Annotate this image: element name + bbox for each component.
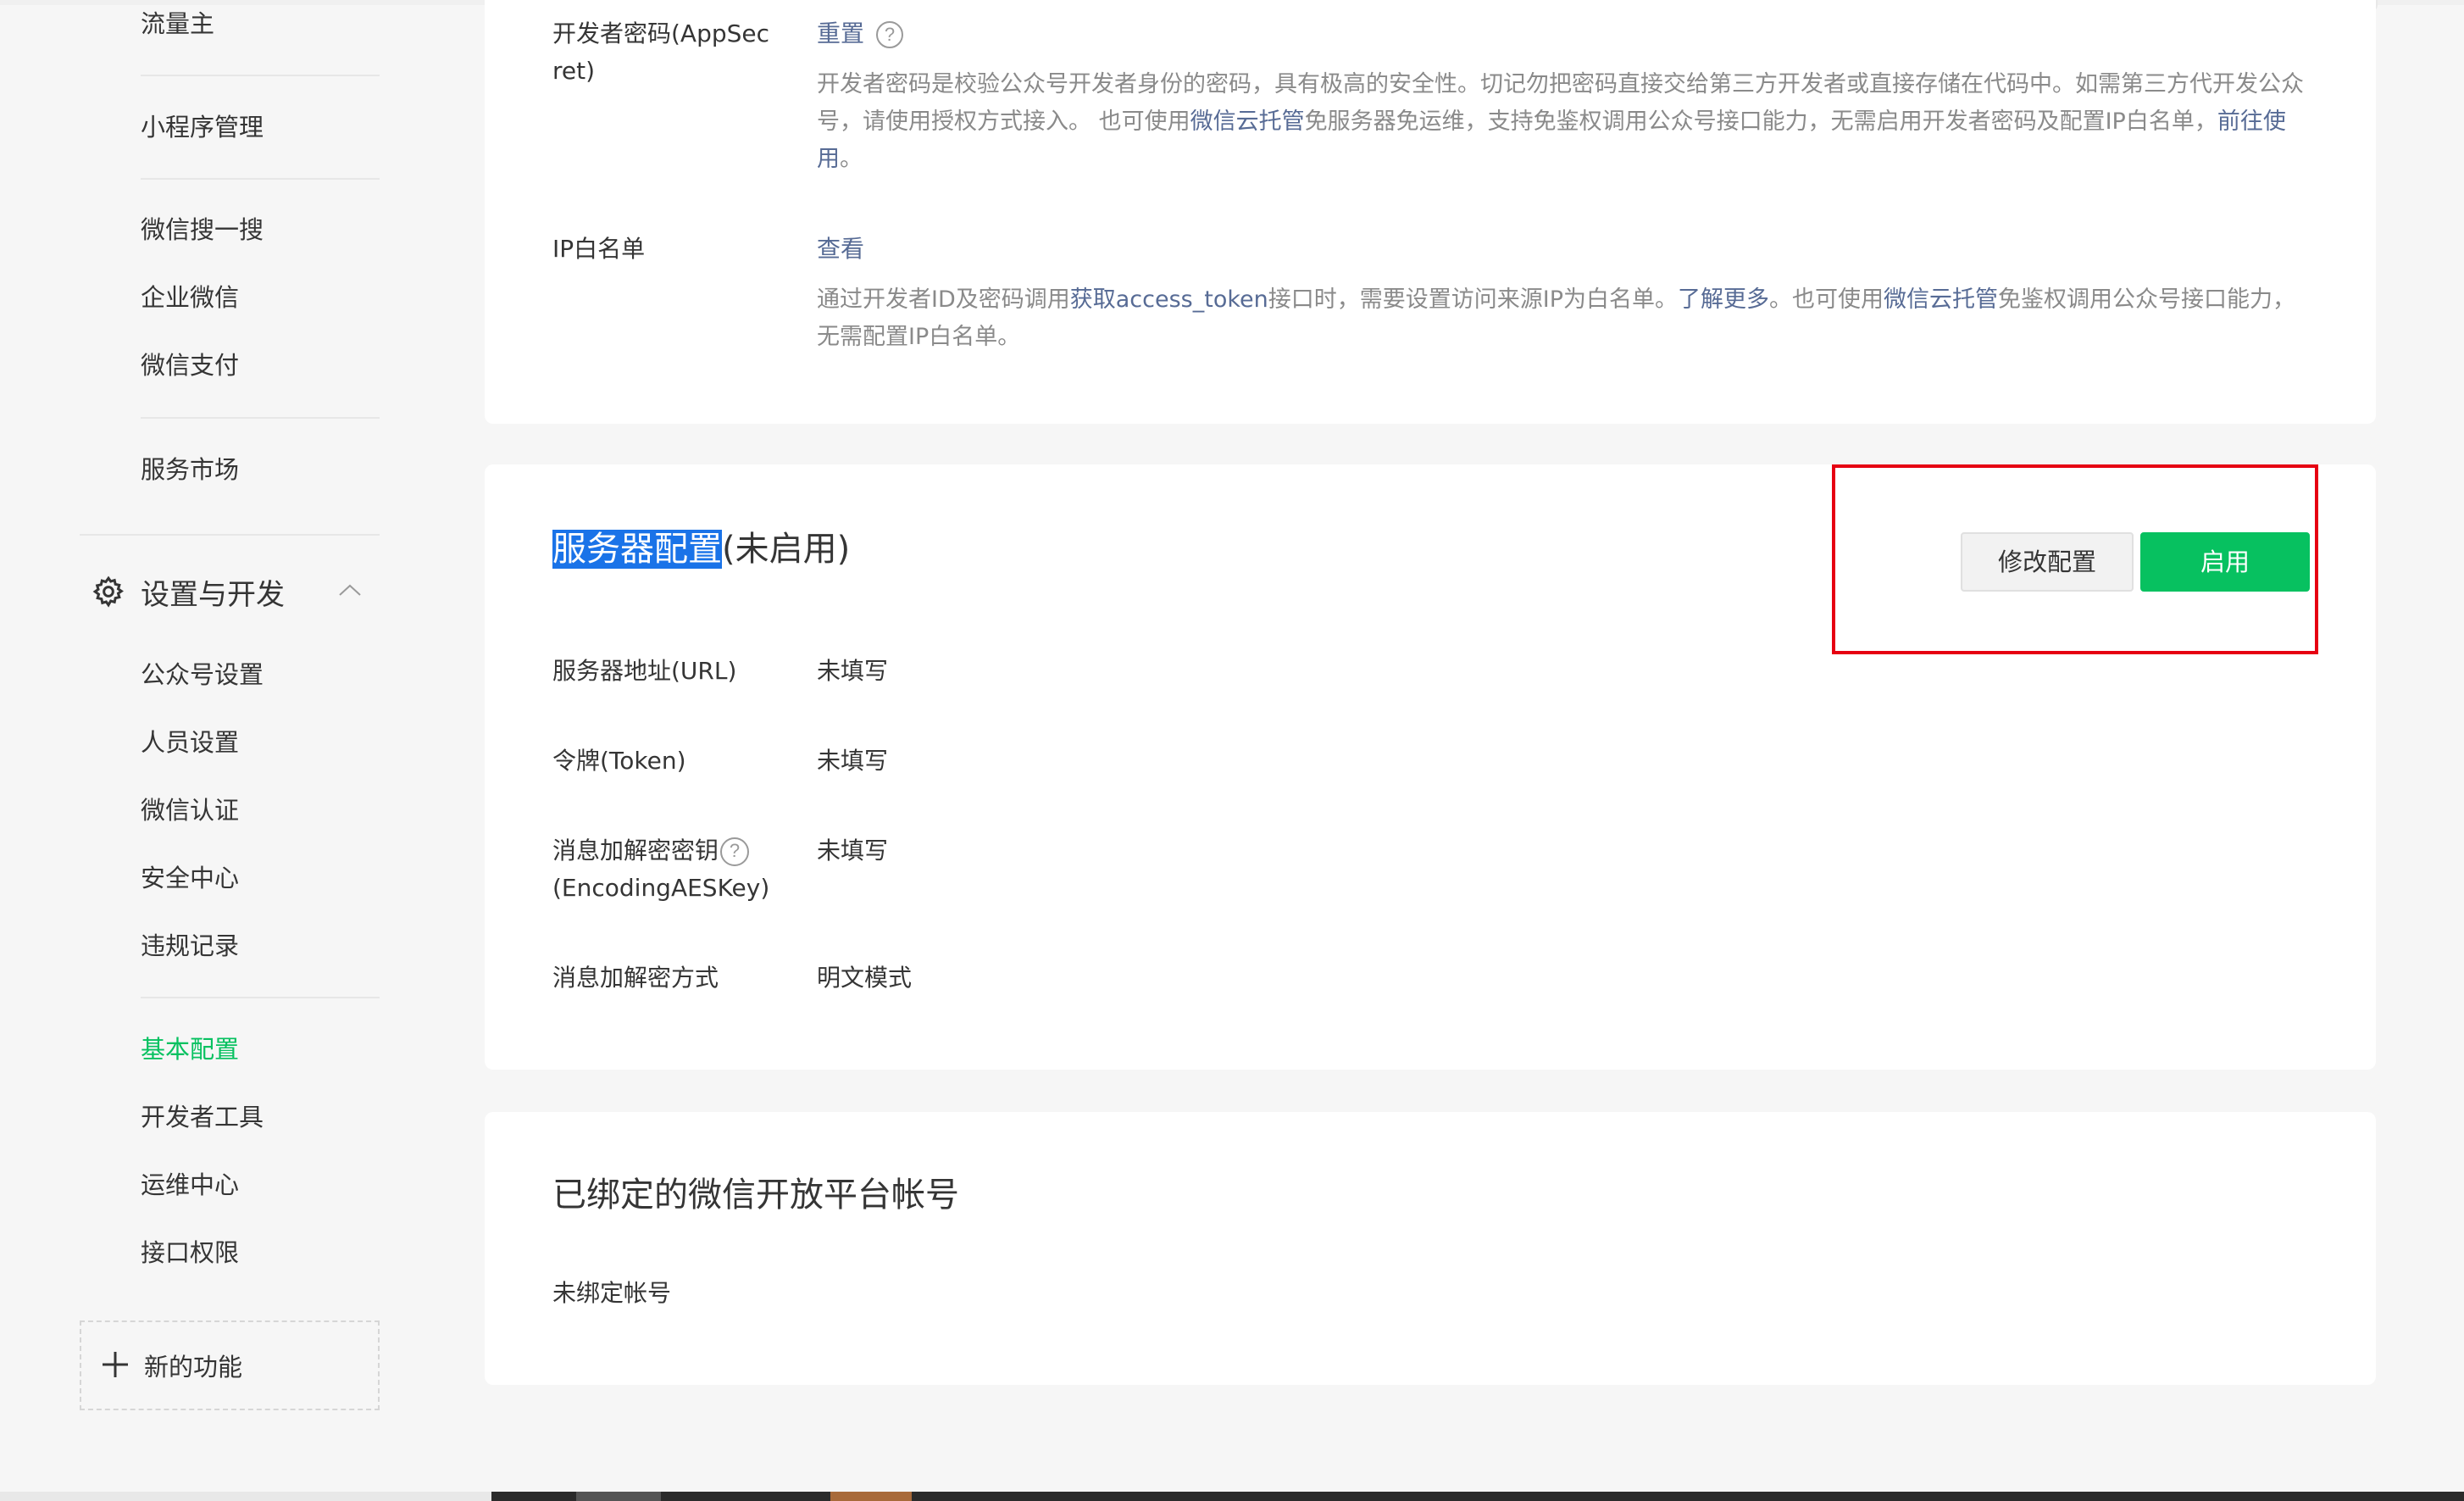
sidebar-item-violations[interactable]: 违规记录 — [141, 929, 239, 963]
sidebar-divider — [141, 997, 380, 998]
app-secret-description: 开发者密码是校验公众号开发者身份的密码，具有极高的安全性。切记勿把密码直接交给第… — [817, 66, 2317, 178]
cloud-hosting-link[interactable]: 微信云托管 — [1884, 286, 1998, 313]
sidebar-item-basic-config[interactable]: 基本配置 — [141, 1032, 239, 1066]
app-secret-label: 开发者密码(AppSec ret) — [552, 19, 770, 85]
taskbar-segment — [0, 1492, 491, 1501]
cloud-hosting-link[interactable]: 微信云托管 — [1190, 108, 1305, 135]
server-url-value: 未填写 — [817, 657, 889, 685]
reset-secret-link[interactable]: 重置 — [817, 19, 864, 47]
sidebar-item-traffic-owner[interactable]: 流量主 — [141, 7, 214, 41]
ip-desc-text: 接口时，需要设置访问来源IP为白名单。 — [1268, 286, 1678, 313]
view-whitelist-link[interactable]: 查看 — [817, 235, 864, 263]
server-config-status: (未启用) — [722, 530, 851, 569]
help-icon[interactable]: ? — [720, 837, 750, 866]
open-platform-title: 已绑定的微信开放平台帐号 — [552, 1176, 959, 1215]
sidebar-section-settings-dev[interactable]: 设置与开发 — [92, 570, 380, 612]
sidebar-item-account-settings[interactable]: 公众号设置 — [141, 658, 264, 692]
ip-whitelist-description: 通过开发者ID及密码调用获取access_token接口时，需要设置访问来源IP… — [817, 281, 2317, 356]
app-secret-desc-text: 免服务器免运维，支持免鉴权调用公众号接口能力，无需启用开发者密码及配置IP白名单… — [1304, 108, 2217, 135]
sidebar-divider — [80, 534, 380, 536]
new-feature-button[interactable]: 新的功能 — [80, 1320, 380, 1410]
encryption-mode-label: 消息加解密方式 — [552, 964, 719, 992]
sidebar-section-title: 设置与开发 — [141, 578, 285, 612]
taskbar-segment — [830, 1492, 912, 1501]
sidebar-item-dev-tools[interactable]: 开发者工具 — [141, 1100, 264, 1134]
sidebar-item-security[interactable]: 安全中心 — [141, 861, 239, 895]
app-secret-desc-text: 。 — [840, 146, 863, 172]
sidebar-item-verification[interactable]: 微信认证 — [141, 793, 239, 827]
modify-config-button[interactable]: 修改配置 — [1961, 532, 2134, 592]
sidebar: 流量主 小程序管理 微信搜一搜 企业微信 微信支付 服务市场 设置与开发 公众号… — [0, 0, 424, 1501]
sidebar-item-ops-center[interactable]: 运维中心 — [141, 1168, 239, 1202]
sidebar-item-member-settings[interactable]: 人员设置 — [141, 725, 239, 759]
sidebar-item-wechat-search[interactable]: 微信搜一搜 — [141, 213, 264, 247]
sidebar-item-miniprogram[interactable]: 小程序管理 — [141, 110, 264, 144]
server-url-label: 服务器地址(URL) — [552, 657, 737, 685]
taskbar-segment — [576, 1492, 661, 1501]
sidebar-item-api-permissions[interactable]: 接口权限 — [141, 1236, 239, 1270]
gear-icon — [92, 575, 124, 608]
plus-icon — [103, 1352, 128, 1377]
app-secret-actions: 重置? — [817, 15, 904, 53]
aes-key-label-line2: (EncodingAESKey) — [552, 874, 770, 902]
server-config-title: 服务器配置(未启用) — [552, 525, 850, 573]
server-config-title-highlight: 服务器配置 — [552, 530, 722, 569]
sidebar-item-wecom[interactable]: 企业微信 — [141, 281, 239, 314]
open-platform-status: 未绑定帐号 — [552, 1279, 672, 1307]
ip-whitelist-actions: 查看 — [817, 231, 864, 268]
learn-more-link[interactable]: 了解更多 — [1678, 286, 1769, 313]
token-label: 令牌(Token) — [552, 747, 686, 775]
enable-button[interactable]: 启用 — [2140, 532, 2310, 592]
aes-key-label-line1: 消息加解密密钥 — [552, 837, 719, 864]
sidebar-divider — [141, 417, 380, 419]
server-config-card: 服务器配置(未启用) 修改配置 启用 服务器地址(URL) 未填写 令牌(Tok… — [485, 464, 2376, 1070]
developer-info-card: 开发者密码(AppSec ret) 重置? 开发者密码是校验公众号开发者身份的密… — [485, 0, 2376, 424]
ip-whitelist-label: IP白名单 — [552, 235, 646, 263]
sidebar-divider — [141, 178, 380, 180]
encryption-mode-value: 明文模式 — [817, 964, 913, 992]
sidebar-item-wechat-pay[interactable]: 微信支付 — [141, 348, 239, 382]
new-feature-label: 新的功能 — [144, 1353, 243, 1381]
aes-key-label: 消息加解密密钥? (EncodingAESKey) — [552, 832, 769, 907]
chevron-up-icon[interactable] — [337, 581, 363, 598]
ip-desc-text: 。也可使用 — [1769, 286, 1884, 313]
open-platform-card: 已绑定的微信开放平台帐号 未绑定帐号 — [485, 1112, 2376, 1385]
taskbar-strip — [0, 1492, 2464, 1501]
aes-key-value: 未填写 — [817, 837, 889, 864]
access-token-link[interactable]: 获取access_token — [1070, 286, 1268, 313]
ip-desc-text: 通过开发者ID及密码调用 — [817, 286, 1070, 313]
sidebar-divider — [141, 75, 380, 76]
sidebar-item-service-market[interactable]: 服务市场 — [141, 453, 239, 486]
token-value: 未填写 — [817, 747, 889, 775]
help-icon[interactable]: ? — [876, 21, 904, 48]
